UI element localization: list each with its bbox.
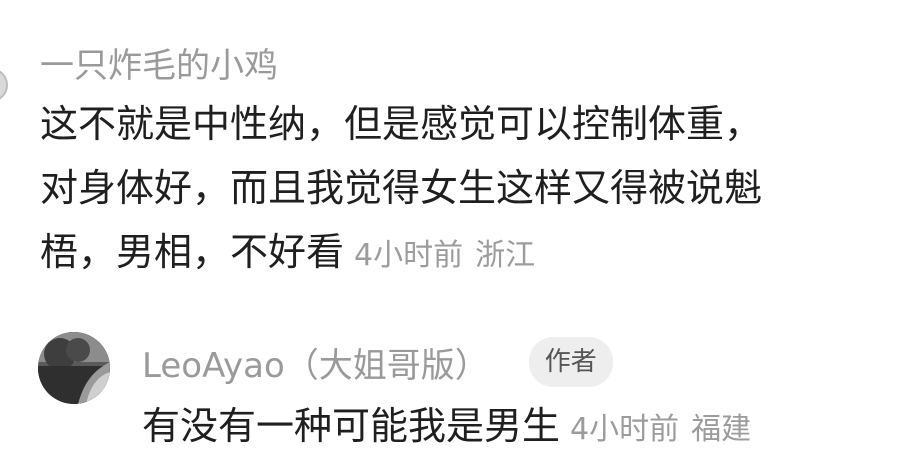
avatar-image: [38, 332, 110, 404]
comment-text-line: 这不就是中性纳，但是感觉可以控制体重，: [40, 102, 763, 146]
reply-body[interactable]: 有没有一种可能我是男生 4小时前 福建: [142, 396, 751, 464]
comment-text[interactable]: 这不就是中性纳，但是感觉可以控制体重， 对身体好，而且我觉得女生这样又得被说魁 …: [40, 92, 870, 288]
reply-header: LeoAyao（大姐哥版） 作者: [142, 334, 613, 390]
author-badge: 作者: [528, 337, 613, 387]
previous-avatar-edge: [0, 68, 8, 102]
avatar[interactable]: [38, 332, 110, 404]
comment-location: 浙江: [475, 238, 536, 273]
reply-username[interactable]: LeoAyao（大姐哥版）: [142, 338, 489, 387]
reply-location: 福建: [691, 412, 752, 447]
reply-time: 4小时前: [570, 412, 680, 447]
comment-item: 一只炸毛的小鸡 这不就是中性纳，但是感觉可以控制体重， 对身体好，而且我觉得女生…: [40, 40, 870, 288]
comment-meta: 4小时前 浙江: [354, 238, 535, 273]
comment-time: 4小时前: [354, 238, 464, 273]
comment-text-line: 梧，男相，不好看 4小时前 浙江: [40, 220, 870, 288]
comment-username[interactable]: 一只炸毛的小鸡: [40, 40, 870, 92]
reply-text: 有没有一种可能我是男生: [142, 404, 561, 448]
reply-meta: 4小时前 福建: [570, 412, 751, 447]
comment-text-line: 对身体好，而且我觉得女生这样又得被说魁: [40, 166, 763, 210]
comment-text-fragment: 梧，男相，不好看: [40, 230, 345, 274]
reply-item: LeoAyao（大姐哥版） 作者 有没有一种可能我是男生 4小时前 福建: [38, 330, 868, 470]
